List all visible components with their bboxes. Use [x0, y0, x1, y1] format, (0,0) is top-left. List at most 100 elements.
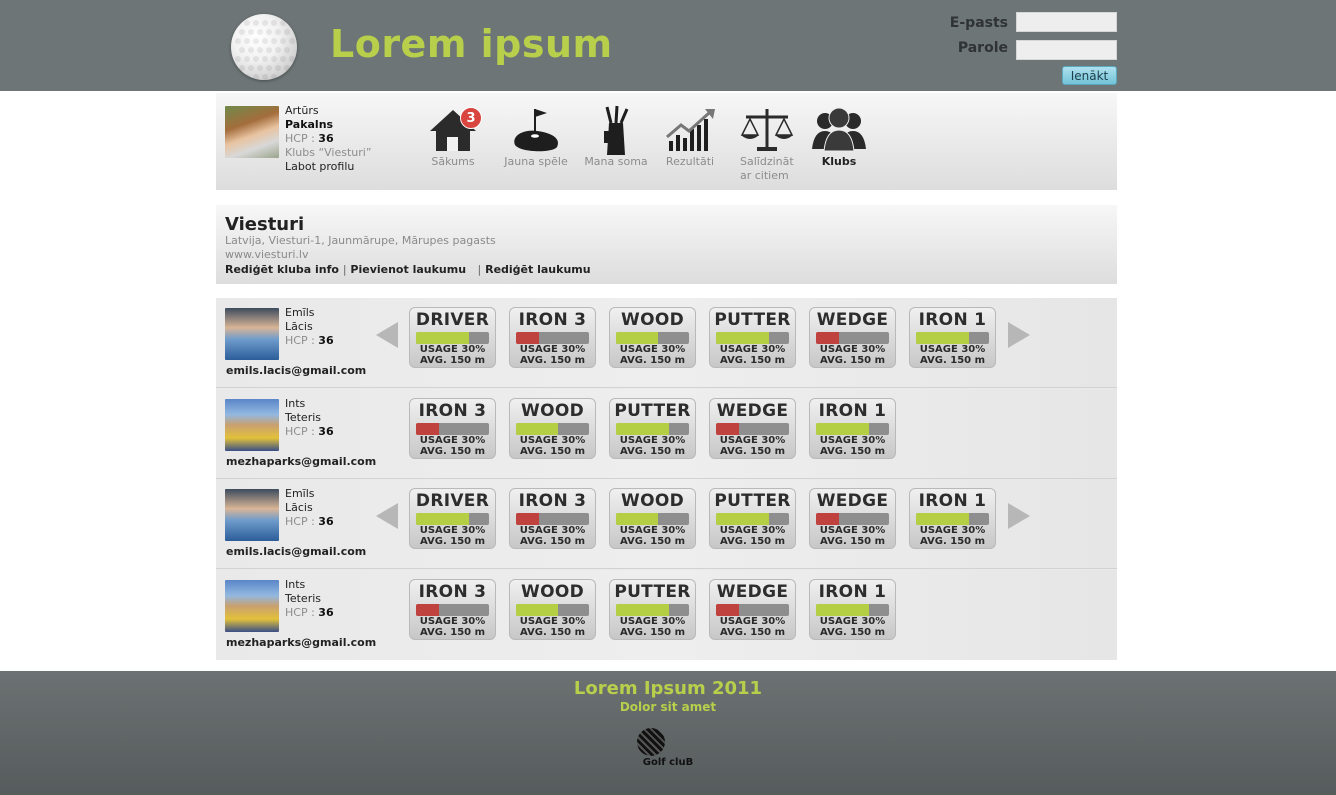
edit-club-info-link[interactable]: Rediģēt kluba info — [225, 263, 339, 276]
nav-item-mana-soma[interactable]: Mana soma — [576, 105, 656, 169]
scroll-left-arrow-icon[interactable] — [376, 322, 398, 348]
golf-club-card[interactable]: WEDGE USAGE 30% AVG. 150 m — [809, 488, 896, 549]
usage-bar-fill — [516, 332, 540, 344]
edit-course-link[interactable]: Rediģēt laukumu — [485, 263, 590, 276]
club-name: WEDGE — [816, 310, 889, 330]
golf-club-card[interactable]: IRON 1 USAGE 30% AVG. 150 m — [909, 307, 996, 368]
player-avatar[interactable] — [225, 308, 279, 360]
usage-text: USAGE 30% — [919, 525, 986, 536]
player-avatar[interactable] — [225, 398, 279, 451]
password-input[interactable] — [1016, 40, 1117, 60]
usage-bar-fill — [616, 513, 659, 525]
user-profile-info: Artūrs Pakalns HCP : 36 Klubs “Viesturi”… — [285, 104, 372, 174]
password-label: Parole — [957, 40, 1008, 56]
golf-club-card[interactable]: IRON 1 USAGE 30% AVG. 150 m — [909, 488, 996, 549]
golf-club-card[interactable]: DRIVER USAGE 30% AVG. 150 m — [409, 488, 496, 549]
player-email[interactable]: emils.lacis@gmail.com — [226, 364, 366, 377]
golf-club-card[interactable]: PUTTER USAGE 30% AVG. 150 m — [609, 397, 696, 459]
email-input[interactable] — [1016, 12, 1117, 32]
player-last-name: Teteris — [285, 410, 322, 424]
separator: | — [477, 263, 482, 276]
golf-club-logo-icon — [637, 728, 665, 756]
nav-label: Sākums — [431, 155, 475, 168]
usage-bar — [616, 513, 689, 525]
club-name: WEDGE — [716, 400, 789, 421]
golf-club-card[interactable]: IRON 1 USAGE 30% AVG. 150 m — [809, 397, 896, 459]
footer-title: Lorem Ipsum 2011 — [573, 678, 763, 699]
usage-bar — [816, 513, 889, 525]
usage-bar — [916, 513, 989, 525]
usage-bar — [416, 422, 489, 435]
club-name: IRON 1 — [918, 491, 987, 511]
usage-bar — [416, 513, 489, 525]
player-avatar[interactable] — [225, 579, 279, 632]
usage-bar — [716, 513, 789, 525]
user-nav-panel: Artūrs Pakalns HCP : 36 Klubs “Viesturi”… — [216, 93, 1117, 190]
player-email[interactable]: mezhaparks@gmail.com — [226, 636, 376, 649]
golf-club-card[interactable]: WOOD USAGE 30% AVG. 150 m — [609, 488, 696, 549]
usage-bar-fill — [616, 332, 659, 344]
golf-club-card[interactable]: IRON 3 USAGE 30% AVG. 150 m — [409, 578, 496, 640]
nav-item-rezultati[interactable]: Rezultāti — [650, 105, 730, 169]
user-last-name: Pakalns — [285, 118, 334, 131]
site-footer: Lorem Ipsum 2011 Dolor sit amet Golf clu… — [0, 671, 1336, 795]
nav-item-klubs[interactable]: Klubs — [799, 105, 879, 169]
group-icon — [810, 105, 868, 153]
hcp-label: HCP : — [285, 132, 319, 145]
player-email[interactable]: emils.lacis@gmail.com — [226, 545, 366, 558]
golf-club-card[interactable]: IRON 3 USAGE 30% AVG. 150 m — [509, 307, 596, 368]
avg-distance-text: AVG. 150 m — [819, 626, 886, 638]
golf-club-card[interactable]: PUTTER USAGE 30% AVG. 150 m — [709, 488, 796, 549]
add-course-link[interactable]: Pievienot laukumu — [350, 263, 466, 276]
nav-item-sakums[interactable]: 3 Sākums — [413, 105, 493, 169]
golf-club-card[interactable]: IRON 1 USAGE 30% AVG. 150 m — [809, 578, 896, 640]
golf-club-card[interactable]: WOOD USAGE 30% AVG. 150 m — [609, 307, 696, 368]
player-email[interactable]: mezhaparks@gmail.com — [226, 455, 376, 468]
golf-club-card[interactable]: IRON 3 USAGE 30% AVG. 150 m — [409, 397, 496, 459]
usage-bar-fill — [816, 332, 840, 344]
player-row: Emīls Lācis HCP : 36 emils.lacis@gmail.com D… — [216, 298, 1117, 388]
player-row: Ints Teteris HCP : 36 mezhaparks@gmail.com I… — [216, 388, 1117, 479]
usage-text: USAGE 30% — [519, 434, 586, 446]
scroll-right-arrow-icon[interactable] — [1008, 503, 1030, 529]
club-website: www.viesturi.lv — [225, 248, 309, 261]
golf-club-card[interactable]: WEDGE USAGE 30% AVG. 150 m — [709, 397, 796, 459]
scroll-left-arrow-icon[interactable] — [376, 503, 398, 529]
scroll-right-arrow-icon[interactable] — [1008, 322, 1030, 348]
nav-item-jauna-spele[interactable]: Jauna spēle — [496, 105, 576, 169]
golf-club-card[interactable]: DRIVER USAGE 30% AVG. 150 m — [409, 307, 496, 368]
nav-item-salidzinat[interactable]: Salīdzināt ar citiem — [727, 105, 807, 183]
club-actions: Rediģēt kluba info | Pievienot laukumu |… — [225, 263, 591, 276]
user-avatar — [225, 106, 279, 158]
golf-club-card[interactable]: WEDGE USAGE 30% AVG. 150 m — [809, 307, 896, 368]
club-name: Viesturi — [225, 214, 305, 235]
player-avatar[interactable] — [225, 489, 279, 541]
edit-profile-link[interactable]: Labot profilu — [285, 160, 372, 174]
golf-club-card[interactable]: WEDGE USAGE 30% AVG. 150 m — [709, 578, 796, 640]
club-name: PUTTER — [614, 400, 691, 421]
usage-bar-fill — [816, 513, 840, 525]
golf-club-card[interactable]: WOOD USAGE 30% AVG. 150 m — [509, 578, 596, 640]
login-button[interactable]: Ienākt — [1062, 66, 1117, 85]
usage-text: USAGE 30% — [619, 615, 686, 627]
usage-text: USAGE 30% — [919, 344, 986, 355]
golf-club-card[interactable]: PUTTER USAGE 30% AVG. 150 m — [609, 578, 696, 640]
hcp-label: HCP : — [285, 334, 319, 347]
golf-club-card[interactable]: PUTTER USAGE 30% AVG. 150 m — [709, 307, 796, 368]
notification-badge: 3 — [460, 107, 482, 129]
hcp-label: HCP : — [285, 424, 319, 438]
avg-distance-text: AVG. 150 m — [819, 536, 886, 547]
golf-club-card[interactable]: IRON 3 USAGE 30% AVG. 150 m — [509, 488, 596, 549]
golf-club-card[interactable]: WOOD USAGE 30% AVG. 150 m — [509, 397, 596, 459]
usage-bar — [716, 422, 789, 435]
club-address: Latvija, Viesturi-1, Jaunmārupe, Mārupes… — [225, 234, 496, 247]
usage-bar-fill — [516, 603, 559, 616]
player-last-name: Lācis — [285, 320, 313, 333]
user-club: Klubs “Viesturi” — [285, 146, 372, 159]
email-label: E-pasts — [949, 15, 1008, 31]
club-name: PUTTER — [614, 581, 691, 602]
usage-bar-fill — [716, 422, 740, 435]
club-name: IRON 1 — [818, 400, 887, 421]
usage-text: USAGE 30% — [819, 434, 886, 446]
usage-bar — [516, 603, 589, 616]
